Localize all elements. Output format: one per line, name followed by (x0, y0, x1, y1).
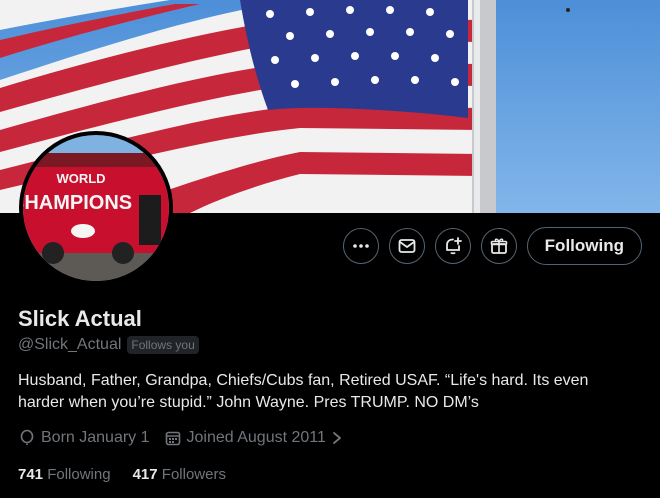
following-button[interactable]: Following (526, 227, 642, 265)
avatar-text-champions: CHAMPIONS (23, 192, 132, 214)
joined-item[interactable]: Joined August 2011 (164, 429, 343, 447)
following-stat[interactable]: 741 Following (18, 466, 111, 483)
chevron-right-icon (332, 432, 341, 444)
profile-actions: Following (342, 227, 642, 265)
notifications-button[interactable] (434, 228, 471, 264)
following-count: 741 (18, 466, 44, 483)
profile-stats: 741 Following 417 Followers (18, 466, 226, 483)
handle-row: @Slick_Actual Follows you (18, 336, 199, 354)
followers-count: 417 (132, 466, 158, 483)
more-button[interactable] (342, 228, 379, 264)
bell-plus-icon (445, 237, 462, 255)
user-handle: @Slick_Actual (18, 336, 122, 353)
display-name: Slick Actual (18, 306, 142, 331)
following-label: Following (47, 466, 111, 483)
balloon-icon (20, 429, 34, 445)
birthday-item: Born January 1 (18, 429, 150, 447)
joined-date: Joined August 2011 (186, 429, 326, 446)
born-date: Born January 1 (41, 429, 150, 446)
gift-button[interactable] (480, 228, 517, 264)
followers-stat[interactable]: 417 Followers (133, 466, 226, 483)
envelope-icon (398, 239, 416, 253)
follows-you-badge: Follows you (127, 336, 199, 354)
profile-bio: Husband, Father, Grandpa, Chiefs/Cubs fa… (18, 372, 589, 411)
message-button[interactable] (388, 228, 425, 264)
avatar-text-world: WORLD (56, 171, 105, 186)
gift-icon (490, 238, 507, 254)
profile-meta: Born January 1 Joined August 2011 (18, 429, 357, 447)
calendar-icon (165, 431, 180, 446)
profile-avatar[interactable]: WORLD CHAMPIONS (19, 131, 173, 285)
avatar-image: WORLD CHAMPIONS (23, 135, 169, 281)
followers-label: Followers (161, 466, 226, 483)
more-dots-icon (352, 244, 369, 248)
